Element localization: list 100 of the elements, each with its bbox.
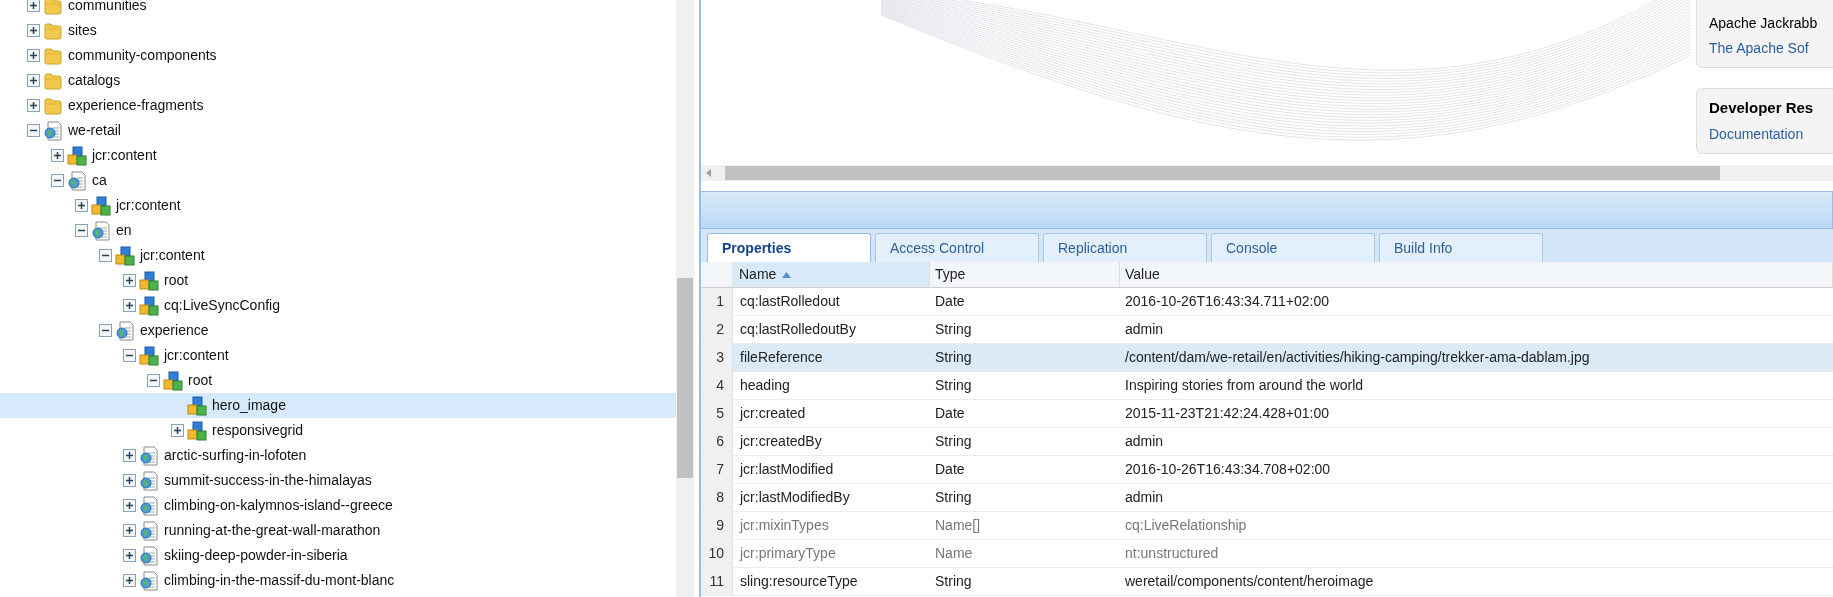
tab[interactable]: Replication <box>1043 233 1207 262</box>
table-row[interactable]: 3 fileReference String /content/dam/we-retail/en/activities/hiking-camping/trekker-ama-dablam.jpg <box>701 344 1833 372</box>
tree-row[interactable]: arctic-surfing-in-lofoten <box>0 443 676 468</box>
page-globe-icon <box>91 220 111 241</box>
tree-row[interactable]: jcr:content <box>0 343 676 368</box>
table-cell-text: 2015-11-23T21:42:24.428+01:00 <box>1124 404 1331 423</box>
cubes-icon <box>187 395 207 416</box>
expand-toggle[interactable] <box>123 274 136 287</box>
collapse-toggle[interactable] <box>99 324 112 337</box>
table-row[interactable]: 2 cq:lastRolledoutBy String admin <box>701 316 1833 344</box>
expand-toggle[interactable] <box>123 299 136 312</box>
tab[interactable]: Build Info <box>1379 233 1543 262</box>
expand-toggle[interactable] <box>123 499 136 512</box>
table-cell-text: Date <box>934 292 966 311</box>
tree-row[interactable]: en <box>0 218 676 243</box>
expand-toggle[interactable] <box>51 149 64 162</box>
tree-row[interactable]: root <box>0 268 676 293</box>
card-link[interactable]: The Apache Sof <box>1709 38 1833 59</box>
tree-row[interactable]: jcr:content <box>0 143 676 168</box>
expand-toggle[interactable] <box>27 24 40 37</box>
expand-toggle[interactable] <box>27 0 40 12</box>
tree-row[interactable]: climbing-in-the-massif-du-mont-blanc <box>0 568 676 593</box>
expand-toggle[interactable] <box>123 449 136 462</box>
expand-toggle[interactable] <box>123 474 136 487</box>
tree-row[interactable]: responsivegrid <box>0 418 676 443</box>
table-cell-text: Date <box>934 404 966 423</box>
table-cell-text: 2016-10-26T16:43:34.708+02:00 <box>1124 460 1332 479</box>
table-cell-text: jcr:created <box>738 404 807 423</box>
tree-row[interactable]: catalogs <box>0 68 676 93</box>
expand-toggle[interactable] <box>75 199 88 212</box>
column-header[interactable]: Name <box>733 262 930 287</box>
tree-row[interactable]: skiing-deep-powder-in-siberia <box>0 543 676 568</box>
tree-label: running-at-the-great-wall-marathon <box>164 521 381 540</box>
row-number: 7 <box>701 456 733 483</box>
column-header[interactable]: Value <box>1120 262 1833 287</box>
expand-toggle[interactable] <box>27 99 40 112</box>
table-row[interactable]: 11 sling:resourceType String weretail/components/content/heroimage <box>701 568 1833 596</box>
table-row[interactable]: 9 jcr:mixinTypes Name[] cq:LiveRelationship <box>701 512 1833 540</box>
tree-label: en <box>116 221 132 240</box>
cubes-icon <box>115 245 135 266</box>
tree-row[interactable]: experience-fragments <box>0 93 676 118</box>
expand-toggle[interactable] <box>123 524 136 537</box>
expand-toggle[interactable] <box>171 424 184 437</box>
table-cell-text: /content/dam/we-retail/en/activities/hiking-camping/trekker-ama-dablam.jpg <box>1124 348 1591 367</box>
table-cell-text: admin <box>1124 488 1165 507</box>
tree-row[interactable]: jcr:content <box>0 243 676 268</box>
tree-row[interactable]: jcr:content <box>0 193 676 218</box>
page-globe-icon <box>139 495 159 516</box>
table-cell-text: String <box>934 376 973 395</box>
table-cell-text: cq:lastRolledout <box>739 292 841 311</box>
collapse-toggle[interactable] <box>147 374 160 387</box>
tree-row[interactable]: community-components <box>0 43 676 68</box>
collapse-toggle[interactable] <box>75 224 88 237</box>
tree-row[interactable]: cq:LiveSyncConfig <box>0 293 676 318</box>
expand-toggle[interactable] <box>27 49 40 62</box>
expand-toggle[interactable] <box>27 74 40 87</box>
column-header[interactable]: Type <box>930 262 1120 287</box>
collapse-toggle[interactable] <box>27 124 40 137</box>
collapse-toggle[interactable] <box>51 174 64 187</box>
table-row[interactable]: 7 jcr:lastModified Date 2016-10-26T16:43:34.708+02:00 <box>701 456 1833 484</box>
table-cell-text: String <box>934 348 973 367</box>
cubes-icon <box>139 270 159 291</box>
table-row[interactable]: 5 jcr:created Date 2015-11-23T21:42:24.428+01:00 <box>701 400 1833 428</box>
scrollbar-thumb[interactable] <box>677 278 693 478</box>
tree-label: experience <box>140 321 209 340</box>
table-row[interactable]: 8 jcr:lastModifiedBy String admin <box>701 484 1833 512</box>
table-row[interactable]: 1 cq:lastRolledout Date 2016-10-26T16:43:34.711+02:00 <box>701 288 1833 316</box>
tree-row[interactable]: sites <box>0 18 676 43</box>
collapse-toggle[interactable] <box>99 249 112 262</box>
table-row[interactable]: 6 jcr:createdBy String admin <box>701 428 1833 456</box>
tree-row[interactable]: ca <box>0 168 676 193</box>
card-title: Developer Res <box>1709 98 1815 118</box>
vertical-scrollbar[interactable] <box>676 0 694 597</box>
tree-label: climbing-on-kalymnos-island--greece <box>164 496 393 515</box>
tree-row[interactable]: summit-success-in-the-himalayas <box>0 468 676 493</box>
card-link[interactable]: Documentation <box>1709 123 1833 145</box>
tree-row[interactable]: experience <box>0 318 676 343</box>
tree-label: responsivegrid <box>212 421 304 440</box>
horizontal-scrollbar[interactable] <box>700 165 1833 181</box>
tab[interactable]: Console <box>1211 233 1375 262</box>
row-number: 10 <box>701 540 733 567</box>
table-row[interactable]: 4 heading String Inspiring stories from around the world <box>701 372 1833 400</box>
tree-row[interactable]: root <box>0 368 676 393</box>
collapse-toggle[interactable] <box>123 349 136 362</box>
tree-row[interactable]: climbing-on-kalymnos-island--greece <box>0 493 676 518</box>
table-row[interactable]: 10 jcr:primaryType Name nt:unstructured <box>701 540 1833 568</box>
tab[interactable]: Access Control <box>875 233 1039 262</box>
tree-row[interactable]: we-retail <box>0 118 676 143</box>
cubes-icon <box>139 345 159 366</box>
expand-toggle[interactable] <box>123 574 136 587</box>
row-number: 2 <box>701 316 733 343</box>
table-cell-text: Date <box>934 460 966 479</box>
table-cell-text: weretail/components/content/heroimage <box>1124 572 1375 591</box>
tree-label: root <box>164 271 189 290</box>
tree-row[interactable]: communities <box>0 0 676 18</box>
tree-row[interactable]: running-at-the-great-wall-marathon <box>0 518 676 543</box>
tree-row[interactable]: hero_image <box>0 393 676 418</box>
expand-toggle[interactable] <box>123 549 136 562</box>
tab[interactable]: Properties <box>707 233 871 262</box>
scrollbar-thumb[interactable] <box>725 166 1720 180</box>
